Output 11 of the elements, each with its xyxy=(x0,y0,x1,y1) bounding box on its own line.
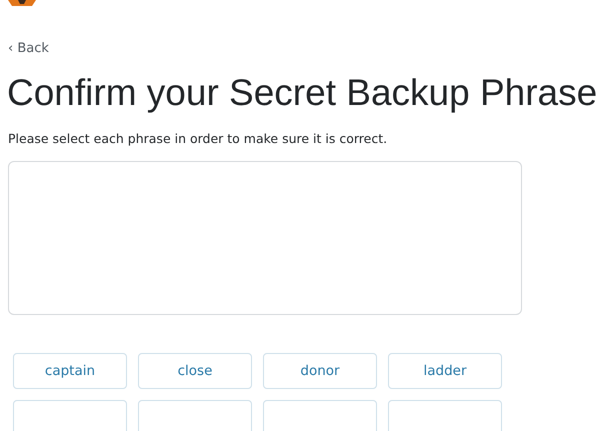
word-button[interactable] xyxy=(388,400,502,431)
word-button[interactable]: captain xyxy=(13,353,127,389)
word-button[interactable] xyxy=(263,400,377,431)
word-button[interactable] xyxy=(13,400,127,431)
word-button[interactable] xyxy=(138,400,252,431)
word-button[interactable]: donor xyxy=(263,353,377,389)
instructions-text: Please select each phrase in order to make sure it is correct. xyxy=(8,131,388,147)
back-link[interactable]: ‹ Back xyxy=(8,41,49,57)
word-button[interactable]: close xyxy=(138,353,252,389)
word-button[interactable]: ladder xyxy=(388,353,502,389)
page-title: Confirm your Secret Backup Phrase xyxy=(7,71,598,115)
